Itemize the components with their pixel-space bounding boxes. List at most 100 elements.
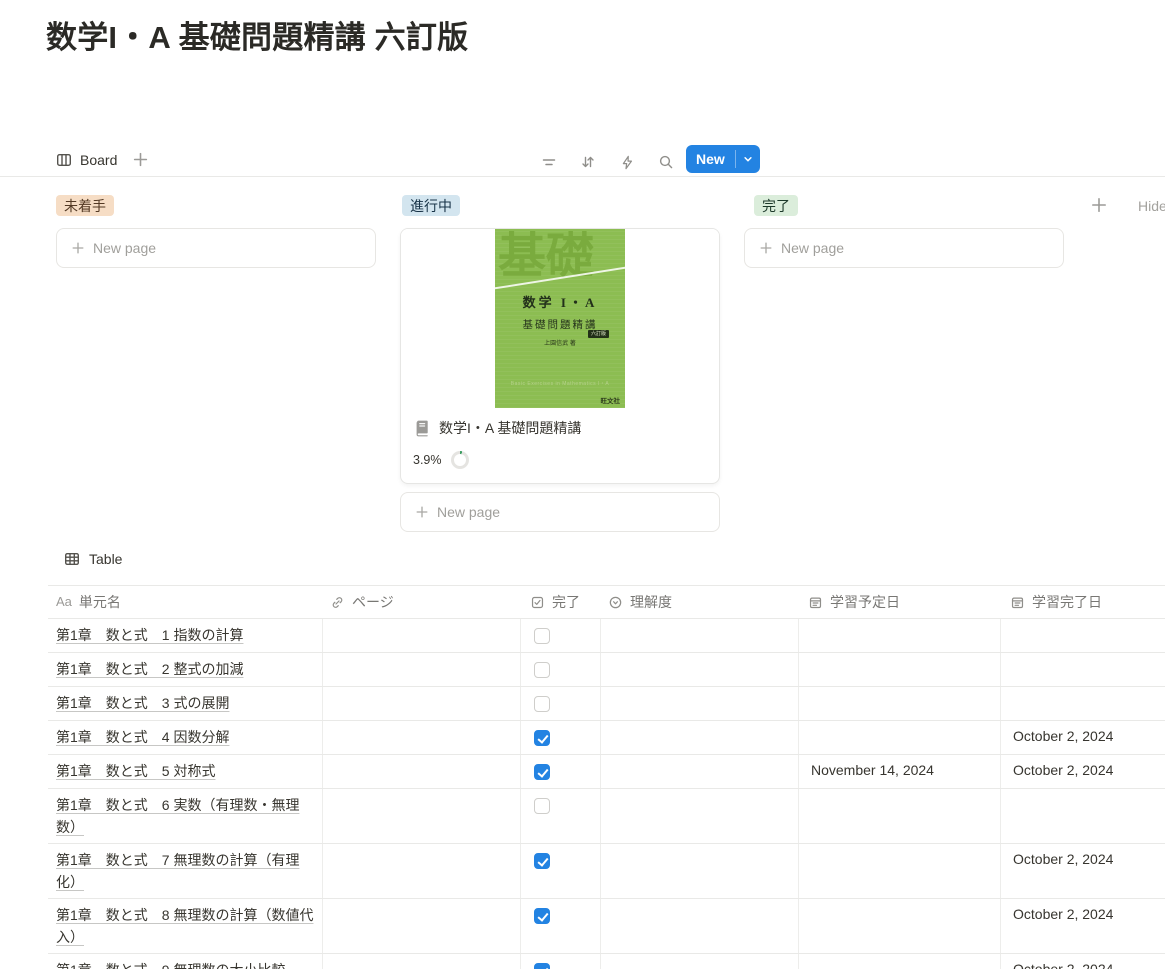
done-checkbox[interactable]: [534, 853, 550, 869]
new-page-button-not-started[interactable]: New page: [56, 228, 376, 268]
book-cover-image: 基礎 数学 I・A 基礎問題精講 六訂版 上園信武 著 Basic Exerci…: [495, 229, 625, 408]
cell-understanding[interactable]: [600, 653, 798, 686]
cell-plan-date[interactable]: [798, 844, 1000, 898]
sort-icon[interactable]: [575, 149, 601, 175]
cell-plan-date[interactable]: [798, 899, 1000, 953]
cell-page[interactable]: [322, 721, 520, 754]
lightning-icon[interactable]: [614, 149, 640, 175]
add-group-button[interactable]: [1090, 196, 1108, 214]
cell-understanding[interactable]: [600, 954, 798, 969]
cell-done-date[interactable]: [1000, 653, 1165, 686]
column-header-understanding[interactable]: 理解度: [600, 586, 798, 618]
tab-table[interactable]: Table: [64, 551, 122, 567]
new-page-label: New page: [437, 504, 500, 520]
done-checkbox[interactable]: [534, 628, 550, 644]
cell-plan-date[interactable]: [798, 687, 1000, 720]
cell-done[interactable]: [520, 653, 600, 686]
row-title[interactable]: 第1章 数と式 7 無理数の計算（有理化）: [56, 852, 299, 890]
cell-page[interactable]: [322, 755, 520, 788]
cell-page[interactable]: [322, 653, 520, 686]
card-title[interactable]: 数学I・A 基礎問題精講: [439, 418, 581, 438]
cell-done-date[interactable]: October 2, 2024: [1000, 755, 1165, 788]
cell-done[interactable]: [520, 721, 600, 754]
filter-icon[interactable]: [536, 149, 562, 175]
column-header-done[interactable]: 完了: [520, 586, 600, 618]
cell-understanding[interactable]: [600, 755, 798, 788]
done-checkbox[interactable]: [534, 908, 550, 924]
row-title[interactable]: 第1章 数と式 1 指数の計算: [56, 627, 243, 643]
row-title[interactable]: 第1章 数と式 6 実数（有理数・無理数）: [56, 797, 299, 835]
cell-done[interactable]: [520, 844, 600, 898]
cell-done-date[interactable]: [1000, 619, 1165, 652]
add-view-button[interactable]: [132, 151, 149, 168]
table-row: 第1章 数と式 5 対称式 November 14, 2024 October …: [48, 755, 1165, 789]
cell-done[interactable]: [520, 755, 600, 788]
status-badge-not-started[interactable]: 未着手: [56, 195, 114, 216]
row-title[interactable]: 第1章 数と式 3 式の展開: [56, 695, 229, 711]
status-badge-done[interactable]: 完了: [754, 195, 798, 216]
cell-done[interactable]: [520, 954, 600, 969]
cell-plan-date[interactable]: [798, 619, 1000, 652]
cell-plan-date[interactable]: [798, 954, 1000, 969]
done-checkbox[interactable]: [534, 963, 550, 969]
cell-page[interactable]: [322, 687, 520, 720]
cell-done-date[interactable]: October 2, 2024: [1000, 954, 1165, 969]
cell-page[interactable]: [322, 619, 520, 652]
done-checkbox[interactable]: [534, 730, 550, 746]
row-title[interactable]: 第1章 数と式 2 整式の加減: [56, 661, 243, 677]
done-checkbox[interactable]: [534, 696, 550, 712]
chevron-down-icon[interactable]: [736, 145, 760, 173]
plus-icon: [71, 241, 85, 255]
row-title[interactable]: 第1章 数と式 8 無理数の計算（数値代入）: [56, 907, 313, 945]
new-page-button-done[interactable]: New page: [744, 228, 1064, 268]
new-button[interactable]: New: [686, 145, 760, 173]
cell-understanding[interactable]: [600, 721, 798, 754]
cell-plan-date[interactable]: [798, 653, 1000, 686]
cell-done[interactable]: [520, 899, 600, 953]
status-badge-in-progress[interactable]: 進行中: [402, 195, 460, 216]
table-header-row: Aa 単元名 ページ 完了 理解度: [48, 585, 1165, 619]
cell-page[interactable]: [322, 899, 520, 953]
cell-plan-date[interactable]: [798, 789, 1000, 843]
column-header-title[interactable]: Aa 単元名: [48, 586, 322, 618]
cell-page[interactable]: [322, 954, 520, 969]
cell-done-date[interactable]: October 2, 2024: [1000, 721, 1165, 754]
done-checkbox[interactable]: [534, 764, 550, 780]
cell-done-date[interactable]: October 2, 2024: [1000, 899, 1165, 953]
book-icon: [413, 419, 431, 437]
cell-plan-date[interactable]: [798, 721, 1000, 754]
tab-board[interactable]: Board: [56, 146, 117, 174]
cell-page[interactable]: [322, 789, 520, 843]
cell-page[interactable]: [322, 844, 520, 898]
cell-done[interactable]: [520, 687, 600, 720]
cell-done-date[interactable]: [1000, 789, 1165, 843]
book-cover-author: 上園信武 著: [495, 338, 625, 347]
cell-done-date[interactable]: [1000, 687, 1165, 720]
cell-done[interactable]: [520, 619, 600, 652]
cell-understanding[interactable]: [600, 844, 798, 898]
column-header-page[interactable]: ページ: [322, 586, 520, 618]
cell-done-date[interactable]: October 2, 2024: [1000, 844, 1165, 898]
row-title[interactable]: 第1章 数と式 4 因数分解: [56, 729, 229, 745]
plus-icon: [759, 241, 773, 255]
cell-understanding[interactable]: [600, 899, 798, 953]
cell-understanding[interactable]: [600, 619, 798, 652]
row-title[interactable]: 第1章 数と式 9 無理数の大小比較: [56, 962, 285, 969]
search-icon[interactable]: [653, 149, 679, 175]
book-cover-footer-text: Basic Exercises in Mathematics I・A: [495, 380, 625, 387]
column-header-plan-date[interactable]: 学習予定日: [798, 586, 1000, 618]
board-card[interactable]: 基礎 数学 I・A 基礎問題精講 六訂版 上園信武 著 Basic Exerci…: [400, 228, 720, 484]
hide-button[interactable]: Hide: [1138, 198, 1165, 214]
cell-plan-date[interactable]: November 14, 2024: [798, 755, 1000, 788]
row-title[interactable]: 第1章 数と式 5 対称式: [56, 763, 215, 779]
cell-understanding[interactable]: [600, 687, 798, 720]
book-cover-edition-badge: 六訂版: [588, 330, 609, 338]
column-header-done-date[interactable]: 学習完了日: [1000, 586, 1165, 618]
new-page-button-in-progress[interactable]: New page: [400, 492, 720, 532]
table-row: 第1章 数と式 1 指数の計算: [48, 619, 1165, 653]
cell-understanding[interactable]: [600, 789, 798, 843]
done-checkbox[interactable]: [534, 798, 550, 814]
cell-done[interactable]: [520, 789, 600, 843]
new-button-label[interactable]: New: [686, 145, 735, 173]
done-checkbox[interactable]: [534, 662, 550, 678]
